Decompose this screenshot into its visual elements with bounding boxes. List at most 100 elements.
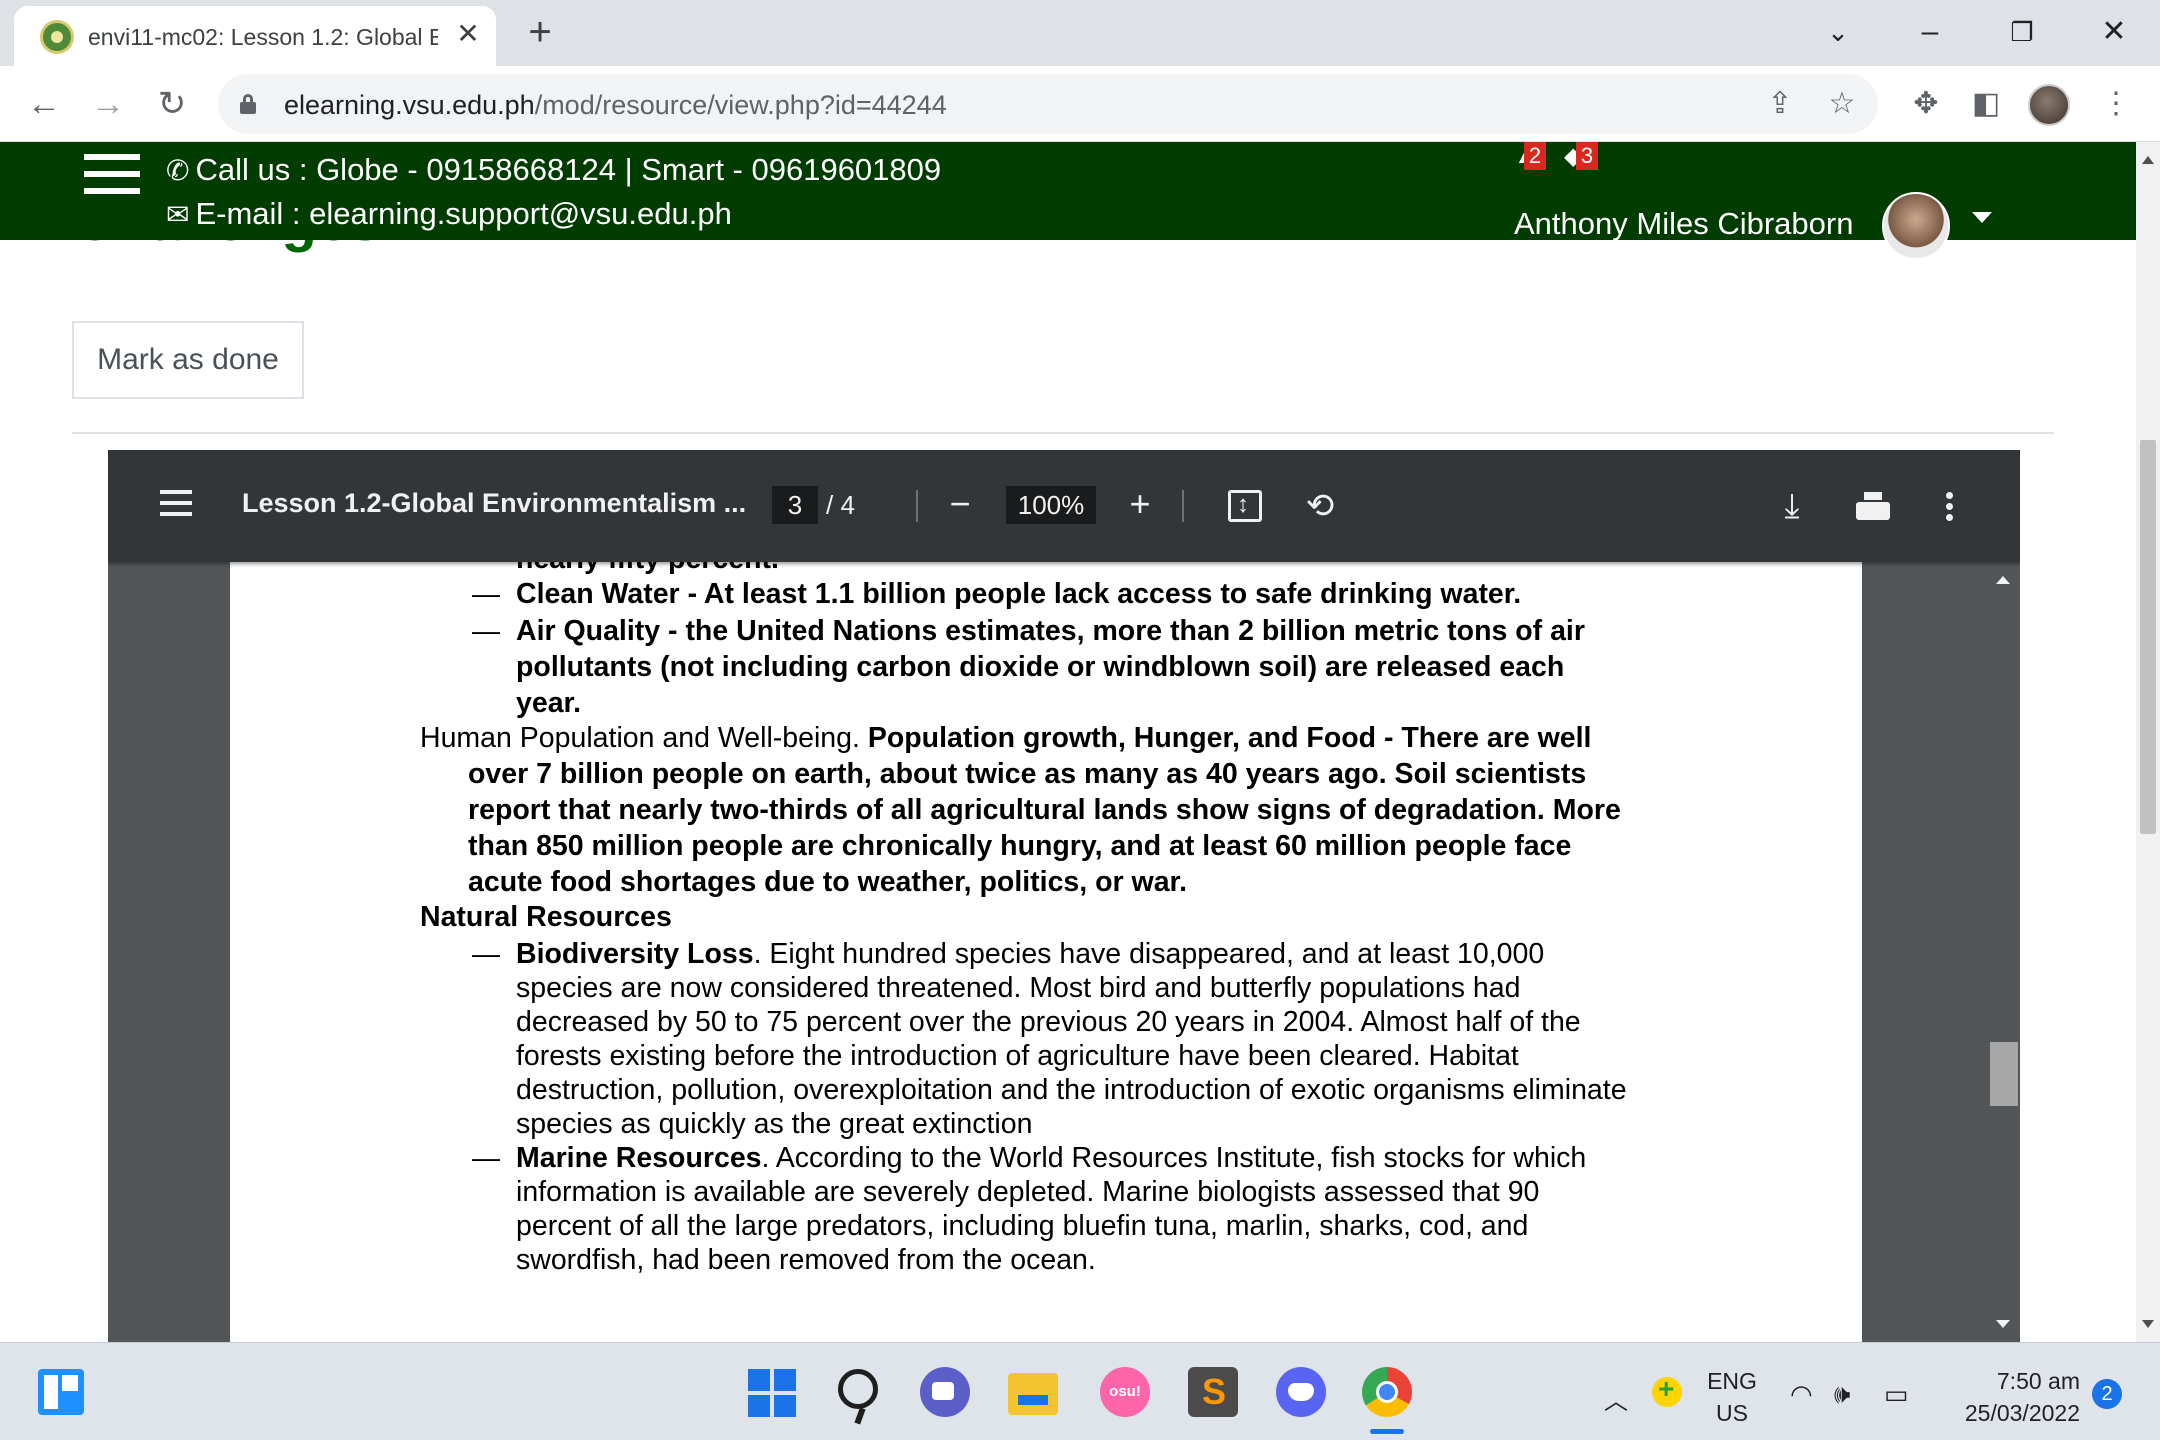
discord-icon[interactable] — [1276, 1367, 1326, 1417]
pdf-text-line: species as quickly as the great extincti… — [516, 1108, 1033, 1140]
pdf-scrollbar[interactable] — [1986, 562, 2020, 1342]
scroll-down-icon[interactable] — [2142, 1320, 2154, 1328]
pdf-text-line: Marine Resources. According to the World… — [516, 1142, 1587, 1174]
pdf-page: nearly fifty percent. — Clean Water - At… — [230, 543, 1862, 1342]
pdf-text-line: species are now considered threatened. M… — [516, 972, 1521, 1004]
pdf-zoom-input[interactable]: 100% — [1006, 486, 1096, 524]
phone-icon: ✆ — [166, 155, 190, 186]
close-window-icon[interactable]: ✕ — [2092, 10, 2136, 54]
pdf-toolbar: Lesson 1.2-Global Environmentalism ... 3… — [108, 450, 2020, 562]
pdf-page-total: / 4 — [826, 490, 855, 520]
pdf-text-line: swordfish, had been removed from the oce… — [516, 1244, 1096, 1276]
fit-to-page-icon[interactable] — [1228, 490, 1262, 522]
contact-phone: ✆ Call us : Globe - 09158668124 | Smart -… — [166, 152, 942, 187]
message-count-badge[interactable]: 3 — [1576, 142, 1598, 170]
user-avatar[interactable] — [1882, 192, 1950, 260]
volume-icon[interactable]: 🕪 — [1834, 1379, 1850, 1411]
hamburger-menu-icon[interactable] — [84, 152, 140, 196]
toolbar-separator — [1182, 490, 1184, 522]
pdf-scroll-down-icon[interactable] — [1996, 1320, 2010, 1328]
scroll-up-icon[interactable] — [2142, 156, 2154, 164]
search-icon[interactable] — [838, 1369, 878, 1409]
pdf-text-line: Natural Resources — [420, 901, 672, 933]
restore-window-icon[interactable]: ❐ — [2000, 10, 2044, 54]
keyboard-region: US — [1716, 1400, 1748, 1426]
browser-toolbar: ← → ↻ elearning.vsu.edu.ph/mod/resource/… — [0, 66, 2160, 142]
tray-app-icon[interactable] — [1652, 1373, 1682, 1407]
tab-search-chevron-icon[interactable]: ⌄ — [1816, 10, 1860, 54]
page-scroll-thumb[interactable] — [2140, 440, 2156, 834]
pdf-text-line: Clean Water - At least 1.1 billion peopl… — [516, 578, 1522, 610]
windows-taskbar: osu! ︿ ENG US ◠ 🕪 ▭ 7:50 am 25/03/2022 2 — [0, 1342, 2160, 1440]
tab-title: envi11-mc02: Lesson 1.2: Global E — [88, 24, 438, 50]
extensions-puzzle-icon[interactable]: ✥ — [1904, 82, 1948, 126]
sublime-text-icon[interactable] — [1188, 1367, 1238, 1417]
new-tab-icon[interactable]: + — [520, 12, 560, 52]
pdf-text-line: decreased by 50 to 75 percent over the p… — [516, 1006, 1581, 1038]
print-icon[interactable] — [1856, 492, 1890, 520]
pdf-text-line: over 7 billion people on earth, about tw… — [468, 758, 1587, 790]
side-panel-icon[interactable]: ◧ — [1964, 82, 2008, 126]
input-language[interactable]: ENG US — [1704, 1365, 1760, 1429]
pdf-text-line: than 850 million people are chronically … — [468, 830, 1572, 862]
list-dash: — — [472, 615, 500, 646]
active-app-indicator — [1370, 1429, 1404, 1434]
clock-date: 25/03/2022 — [1964, 1400, 2080, 1426]
tray-overflow-chevron-icon[interactable]: ︿ — [1604, 1381, 1628, 1416]
pdf-text-line: information is available are severely de… — [516, 1176, 1540, 1208]
browser-profile-avatar[interactable] — [2028, 84, 2070, 126]
bookmark-star-icon[interactable]: ☆ — [1824, 86, 1860, 122]
zoom-out-icon[interactable]: − — [938, 482, 982, 526]
windows-start-icon[interactable] — [748, 1369, 796, 1417]
reload-icon[interactable]: ↻ — [150, 82, 194, 126]
pdf-text-line: destruction, pollution, overexploitation… — [516, 1074, 1627, 1106]
teams-chat-icon[interactable] — [920, 1367, 970, 1417]
list-dash: — — [472, 938, 500, 969]
pdf-text-line: Human Population and Well-being. Populat… — [420, 722, 1592, 754]
browser-tab-active[interactable]: envi11-mc02: Lesson 1.2: Global E ✕ — [14, 6, 496, 66]
pdf-scroll-thumb[interactable] — [1990, 1042, 2018, 1106]
file-explorer-icon[interactable] — [1008, 1373, 1058, 1415]
back-arrow-icon[interactable]: ← — [22, 82, 66, 126]
chrome-icon[interactable] — [1362, 1367, 1412, 1417]
url-text[interactable]: elearning.vsu.edu.ph/mod/resource/view.p… — [284, 90, 947, 121]
address-bar[interactable]: elearning.vsu.edu.ph/mod/resource/view.p… — [218, 74, 1878, 134]
lock-icon[interactable] — [240, 94, 256, 114]
notification-center-badge[interactable]: 2 — [2092, 1379, 2122, 1409]
notification-count-badge[interactable]: 2 — [1524, 142, 1546, 170]
forward-arrow-icon[interactable]: → — [86, 82, 130, 126]
browser-menu-kebab-icon[interactable]: ⋮ — [2094, 82, 2138, 126]
page-scrollbar[interactable] — [2136, 142, 2160, 1342]
clock-time: 7:50 am — [1996, 1368, 2080, 1394]
tab-close-icon[interactable]: ✕ — [452, 18, 484, 50]
zoom-in-icon[interactable]: + — [1118, 482, 1162, 526]
osu-icon[interactable]: osu! — [1100, 1367, 1150, 1417]
pdf-text-line: year. — [516, 687, 581, 719]
pdf-sidebar-menu-icon[interactable] — [160, 490, 192, 516]
pdf-text-line: pollutants (not including carbon dioxide… — [516, 651, 1565, 683]
system-clock[interactable]: 7:50 am 25/03/2022 — [1940, 1365, 2080, 1429]
wifi-icon[interactable]: ◠ — [1790, 1379, 1813, 1410]
envelope-icon: ✉ — [166, 199, 190, 230]
divider — [72, 432, 2054, 434]
pdf-scroll-up-icon[interactable] — [1996, 576, 2010, 584]
battery-icon[interactable]: ▭ — [1884, 1379, 1909, 1410]
pdf-page-number-input[interactable]: 3 — [772, 486, 818, 524]
pdf-text-line: forests existing before the introduction… — [516, 1040, 1519, 1072]
share-icon[interactable]: ⇪ — [1762, 86, 1798, 122]
tab-strip: envi11-mc02: Lesson 1.2: Global E ✕ + ⌄ … — [0, 0, 2160, 66]
pdf-text-line: Air Quality - the United Nations estimat… — [516, 615, 1585, 647]
widgets-icon[interactable] — [38, 1369, 84, 1415]
pdf-more-options-icon[interactable] — [1946, 492, 1954, 522]
user-menu-caret-icon[interactable] — [1972, 212, 1992, 223]
pdf-text-line: percent of all the large predators, incl… — [516, 1210, 1529, 1242]
language-code: ENG — [1707, 1368, 1757, 1394]
minimize-window-icon[interactable]: – — [1908, 10, 1952, 54]
list-dash: — — [472, 578, 500, 609]
contact-email[interactable]: ✉ E-mail : elearning.support@vsu.edu.ph — [166, 196, 732, 232]
rotate-icon[interactable]: ⟲ — [1298, 484, 1342, 528]
list-dash: — — [472, 1142, 500, 1173]
user-name[interactable]: Anthony Miles Cibraborn — [1514, 206, 1853, 242]
download-icon[interactable]: ⤓ — [1770, 484, 1814, 528]
mark-as-done-button[interactable]: Mark as done — [72, 321, 304, 399]
